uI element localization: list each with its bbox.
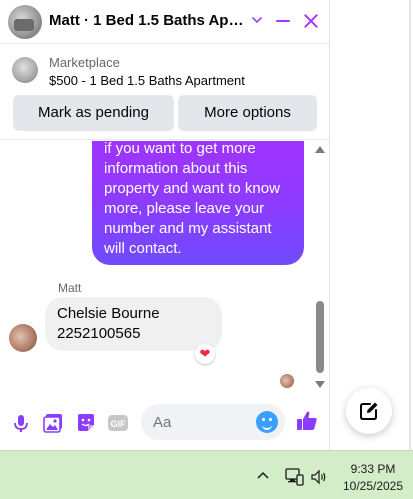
- more-options-button[interactable]: More options: [178, 95, 317, 131]
- seen-indicator-avatar: [280, 374, 294, 388]
- listing-title[interactable]: $500 - 1 Bed 1.5 Baths Apartment: [49, 73, 245, 88]
- chat-window: Matt · 1 Bed 1.5 Baths Apar... Marketpla…: [0, 0, 330, 450]
- thumbs-up-icon[interactable]: [295, 409, 319, 433]
- chevron-up-icon[interactable]: [256, 469, 270, 483]
- scroll-down-arrow-icon[interactable]: [315, 381, 325, 388]
- listing-source: Marketplace: [49, 55, 120, 70]
- gif-icon[interactable]: GIF: [107, 412, 129, 434]
- outgoing-message-line: more, please leave your: [104, 200, 265, 217]
- outgoing-message-line: information about this: [104, 160, 248, 177]
- sender-avatar[interactable]: [9, 324, 37, 352]
- sender-name: Matt: [58, 281, 82, 295]
- background-area: [331, 0, 413, 450]
- incoming-message-line: Chelsie Bourne: [57, 305, 160, 322]
- gif-label: GIF: [111, 419, 127, 429]
- scrollbar-thumb[interactable]: [316, 301, 324, 373]
- heart-reaction-icon[interactable]: ❤: [195, 344, 215, 364]
- volume-icon[interactable]: [310, 468, 328, 486]
- compose-icon: [360, 402, 378, 420]
- scroll-up-arrow-icon[interactable]: [315, 146, 325, 153]
- windows-taskbar: 9:33 PM 10/25/2025: [0, 450, 413, 499]
- mark-as-pending-button[interactable]: Mark as pending: [13, 95, 174, 131]
- photo-icon[interactable]: [42, 412, 64, 434]
- marketplace-listing: Marketplace $500 - 1 Bed 1.5 Baths Apart…: [0, 45, 330, 140]
- message-scrollbar[interactable]: [313, 141, 327, 391]
- incoming-message-bubble[interactable]: Chelsie Bourne 2252100565: [45, 297, 222, 351]
- clock-date[interactable]: 10/25/2025: [338, 479, 408, 493]
- new-message-button[interactable]: [346, 388, 392, 434]
- outgoing-message-line: if you want to get more: [104, 141, 256, 157]
- mic-icon[interactable]: [10, 412, 32, 434]
- outgoing-message-line: number and my assistant: [104, 220, 272, 237]
- chat-title[interactable]: Matt · 1 Bed 1.5 Baths Apar...: [49, 12, 245, 29]
- incoming-message-line: 2252100565: [57, 325, 141, 342]
- emoji-icon[interactable]: [256, 411, 278, 433]
- clock-time[interactable]: 9:33 PM: [338, 462, 408, 476]
- listing-thumbnail[interactable]: [12, 57, 38, 83]
- close-icon[interactable]: [302, 12, 320, 30]
- minimize-icon[interactable]: [276, 20, 290, 22]
- message-composer: GIF: [0, 398, 330, 448]
- chat-header[interactable]: Matt · 1 Bed 1.5 Baths Apar...: [0, 0, 330, 44]
- contact-avatar[interactable]: [8, 5, 42, 39]
- sticker-icon[interactable]: [75, 412, 97, 434]
- outgoing-message-bubble[interactable]: if you want to get more information abou…: [92, 141, 304, 265]
- chevron-down-icon[interactable]: [250, 13, 264, 27]
- message-list: if you want to get more information abou…: [0, 141, 330, 391]
- outgoing-message-line: will contact.: [104, 240, 182, 257]
- outgoing-message-line: property and want to know: [104, 180, 280, 197]
- network-icon[interactable]: [284, 468, 304, 486]
